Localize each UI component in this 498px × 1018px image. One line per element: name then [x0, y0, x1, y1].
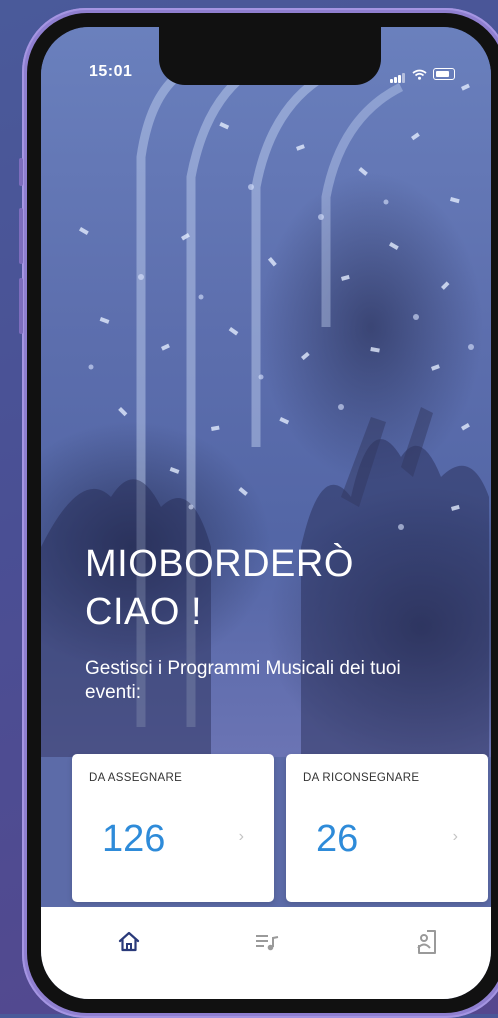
card-count: 26 — [316, 818, 359, 860]
card-label: DA ASSEGNARE — [89, 772, 183, 784]
background-photo — [41, 27, 491, 757]
chevron-right-icon: › — [238, 828, 244, 845]
tab-programs[interactable] — [252, 927, 282, 957]
concert-confetti-illustration — [41, 62, 489, 757]
battery-icon — [433, 68, 455, 80]
card-label: DA RICONSEGNARE — [303, 772, 420, 784]
signal-icon — [390, 65, 406, 83]
bottom-panel — [41, 907, 491, 999]
card-count: 126 — [102, 818, 166, 860]
phone-bezel: 15:01 MIOBORDERÒ CIAO ! Gestisci i Progr… — [27, 13, 498, 1013]
status-icons — [390, 65, 455, 83]
page-subtitle: Gestisci i Programmi Musicali dei tuoi e… — [85, 658, 401, 703]
side-button-volume-down — [19, 278, 23, 334]
side-button-mute — [19, 158, 23, 186]
app-screen: 15:01 MIOBORDERÒ CIAO ! Gestisci i Progr… — [41, 27, 491, 999]
title-greeting: CIAO ! — [85, 591, 203, 633]
title-app-name: MIOBORDERÒ — [85, 543, 354, 585]
tab-bar — [41, 915, 491, 971]
tab-profile[interactable] — [412, 927, 442, 957]
phone-frame: 15:01 MIOBORDERÒ CIAO ! Gestisci i Progr… — [19, 8, 498, 1018]
page-title: MIOBORDERÒ CIAO ! — [85, 540, 354, 636]
card-to-assign[interactable]: DA ASSEGNARE 126 › — [72, 754, 274, 902]
card-to-return[interactable]: DA RICONSEGNARE 26 › — [286, 754, 488, 902]
tab-home[interactable] — [114, 927, 144, 957]
music-list-icon — [256, 935, 279, 951]
user-document-icon — [417, 930, 436, 954]
camera-notch — [159, 27, 381, 85]
wifi-icon — [412, 69, 427, 80]
chevron-right-icon: › — [452, 828, 458, 845]
side-button-volume-up — [19, 208, 23, 264]
home-icon — [118, 931, 140, 952]
status-time: 15:01 — [89, 63, 133, 80]
